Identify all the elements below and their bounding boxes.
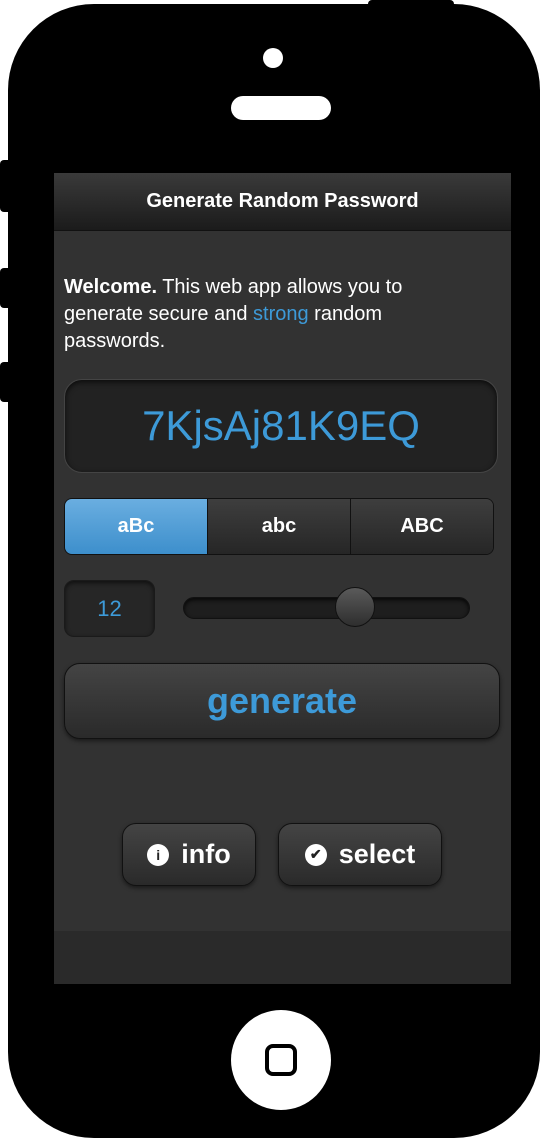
welcome-text: Welcome. This web app allows you to gene… bbox=[64, 274, 464, 355]
app-screen: Generate Random Password Welcome. This w… bbox=[54, 173, 511, 984]
case-segmented-control: aBc abc ABC bbox=[64, 498, 494, 555]
phone-frame: Generate Random Password Welcome. This w… bbox=[8, 4, 540, 1138]
password-display[interactable]: 7KjsAj81K9EQ bbox=[64, 379, 498, 473]
screen-footer bbox=[54, 931, 511, 984]
generate-button[interactable]: generate bbox=[64, 663, 500, 739]
length-value-box: 12 bbox=[64, 580, 155, 637]
camera-icon bbox=[263, 48, 283, 68]
length-slider-track[interactable] bbox=[183, 597, 470, 619]
generate-label: generate bbox=[206, 680, 358, 721]
checkmark-icon: ✔ bbox=[304, 843, 327, 866]
segment-uppercase[interactable]: ABC bbox=[351, 499, 493, 554]
length-value: 12 bbox=[97, 595, 122, 621]
length-slider-thumb[interactable] bbox=[335, 587, 376, 627]
info-button[interactable]: i info bbox=[122, 823, 256, 886]
info-label: info bbox=[181, 839, 231, 869]
segment-mixed-case[interactable]: aBc bbox=[65, 499, 208, 554]
page-title: Generate Random Password bbox=[146, 190, 419, 212]
strong-highlight: strong bbox=[253, 303, 309, 325]
home-square-icon bbox=[265, 1044, 297, 1076]
main-content: Welcome. This web app allows you to gene… bbox=[54, 231, 511, 931]
welcome-bold: Welcome. bbox=[64, 276, 157, 298]
segment-label: ABC bbox=[400, 515, 444, 537]
nav-bar: Generate Random Password bbox=[54, 173, 511, 231]
speaker-grille bbox=[231, 96, 331, 120]
segment-label: aBc bbox=[117, 515, 155, 537]
select-button[interactable]: ✔ select bbox=[278, 823, 442, 886]
password-value: 7KjsAj81K9EQ bbox=[142, 402, 420, 449]
select-label: select bbox=[338, 839, 416, 869]
home-button[interactable] bbox=[231, 1010, 331, 1110]
info-icon: i bbox=[147, 843, 170, 866]
segment-label: abc bbox=[261, 515, 297, 537]
segment-lowercase[interactable]: abc bbox=[208, 499, 351, 554]
